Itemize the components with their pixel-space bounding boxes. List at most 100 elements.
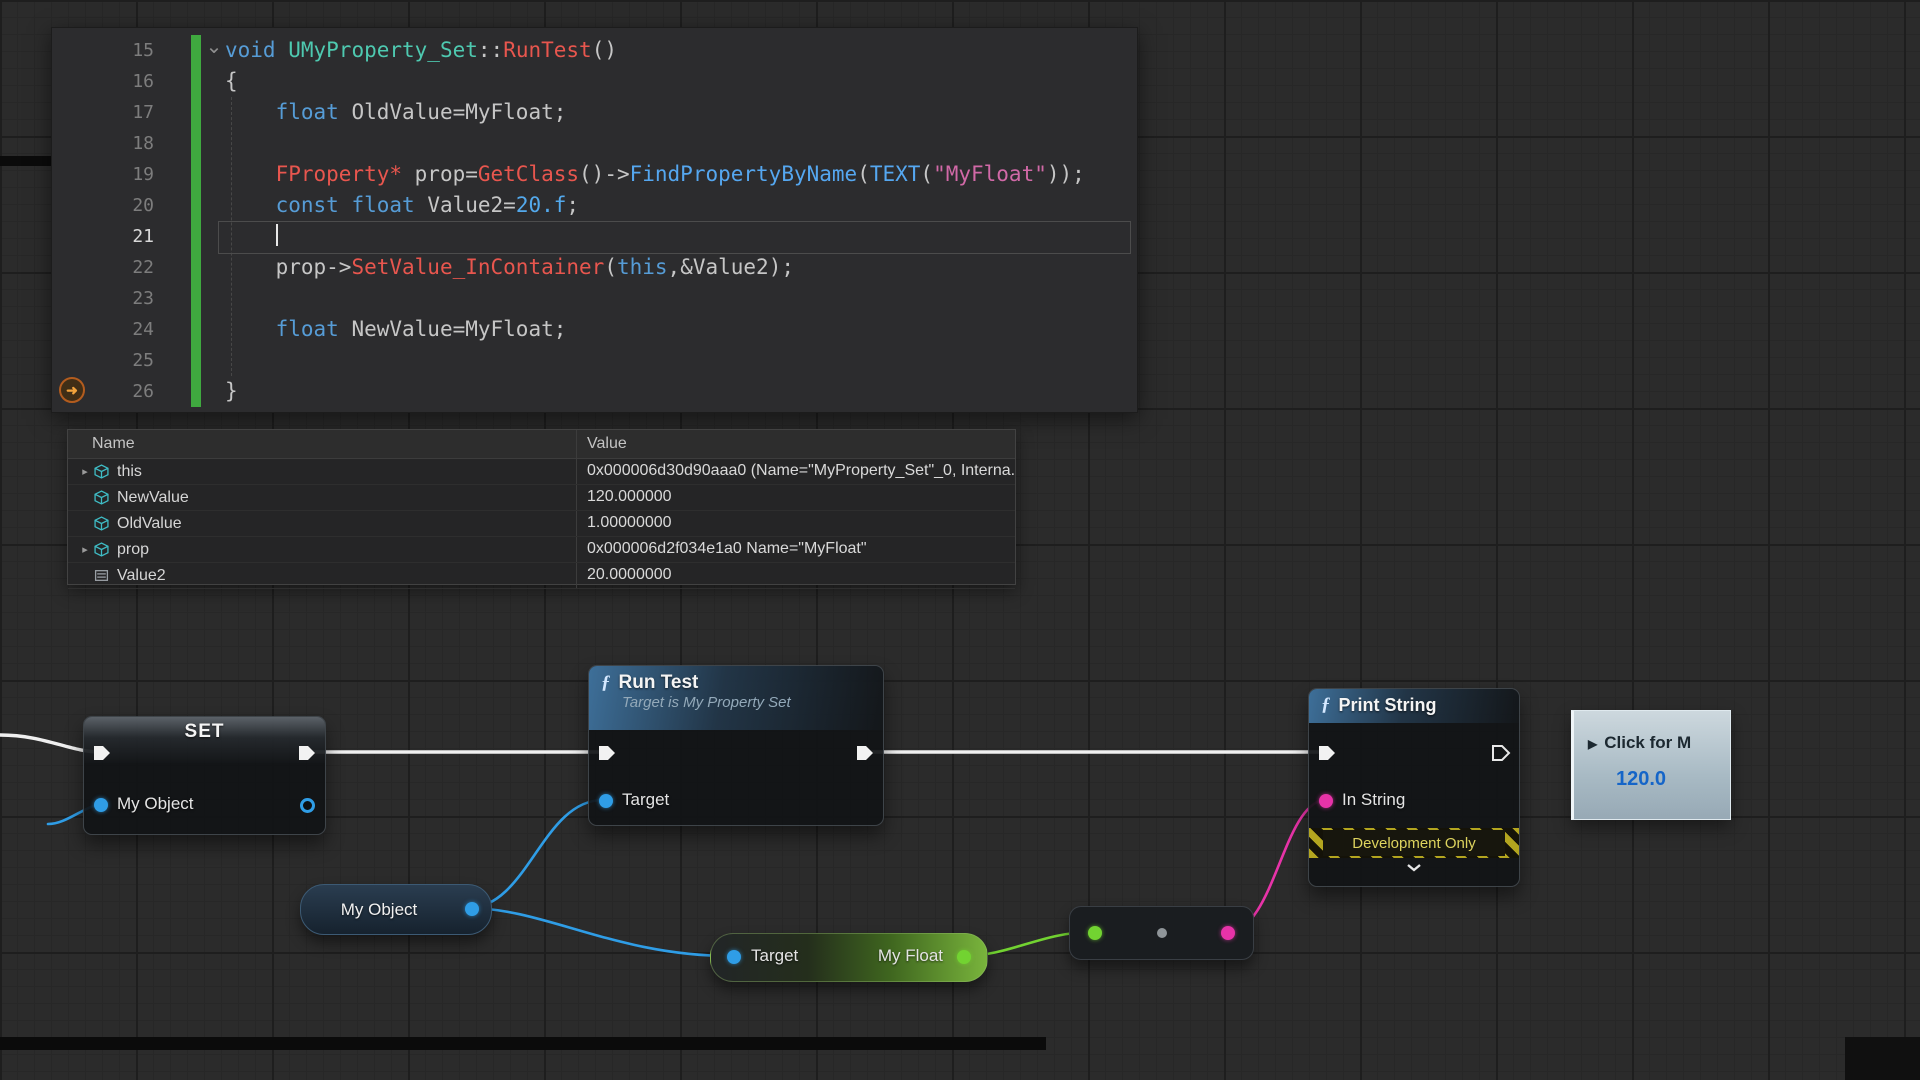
function-icon: ƒ <box>601 672 611 694</box>
fold-chevron-icon[interactable]: ⌄ <box>202 32 226 63</box>
line-number[interactable]: 22 <box>52 252 154 283</box>
debugger-watch-panel[interactable]: Name Value ▸this0x000006d30d90aaa0 (Name… <box>67 429 1016 585</box>
code-line[interactable]: { <box>225 66 1131 97</box>
exec-out-pin[interactable] <box>1491 743 1511 763</box>
code-token: ()-> <box>579 162 630 186</box>
set-node-header: SET <box>84 717 325 763</box>
expander-icon[interactable]: ▸ <box>76 465 94 478</box>
code-line[interactable] <box>225 128 1131 159</box>
watch-name-cell: NewValue <box>68 485 576 510</box>
column-header-name[interactable]: Name <box>68 430 576 458</box>
exec-in-pin[interactable] <box>597 743 617 763</box>
blueprint-canvas[interactable]: { "editor": { "fold_glyph": "⌄", "lines"… <box>0 0 1920 1080</box>
string-output-pin[interactable] <box>1221 926 1235 940</box>
line-number[interactable]: 15 <box>52 35 154 66</box>
code-token: const <box>276 193 339 217</box>
code-line[interactable]: } <box>225 376 1131 407</box>
watch-variable-name: this <box>117 463 142 481</box>
code-token <box>225 193 276 217</box>
object-wire-myobject-to-getter[interactable] <box>468 908 731 956</box>
line-number[interactable]: 16 <box>52 66 154 97</box>
column-header-value[interactable]: Value <box>576 430 1015 458</box>
float-output-pin[interactable] <box>957 950 971 964</box>
watch-row[interactable]: Value220.0000000 <box>68 563 1015 589</box>
watch-header: Name Value <box>68 430 1015 459</box>
code-token <box>339 193 352 217</box>
my-float-getter-node[interactable]: Target My Float <box>710 933 988 982</box>
target-input-pin[interactable] <box>599 794 613 808</box>
bubble-label-text: Click for M <box>1604 733 1691 752</box>
execution-pointer-icon[interactable]: ➜ <box>59 377 85 403</box>
code-line[interactable]: FProperty* prop=GetClass()->FindProperty… <box>225 159 1131 190</box>
code-token: SetValue_InContainer <box>351 255 604 279</box>
code-token: FProperty* <box>276 162 402 186</box>
exec-in-pin[interactable] <box>92 743 112 763</box>
code-line[interactable]: float NewValue=MyFloat; <box>225 314 1131 345</box>
target-input-pin[interactable] <box>727 950 741 964</box>
play-icon: ▶ <box>1588 737 1597 751</box>
line-number[interactable]: 18 <box>52 128 154 159</box>
watch-name-cell: ▸ prop <box>68 537 576 562</box>
line-number[interactable]: 25 <box>52 345 154 376</box>
watch-row[interactable]: OldValue 1.00000000 <box>68 511 1015 537</box>
line-number[interactable]: 20 <box>52 190 154 221</box>
object-variable-icon <box>94 542 110 558</box>
set-node[interactable]: SET My Object <box>83 716 326 835</box>
chevron-down-icon <box>1406 863 1422 872</box>
code-token: GetClass <box>478 162 579 186</box>
development-only-banner: Development Only <box>1309 828 1519 858</box>
debug-value-bubble[interactable]: ▶Click for M 120.0 <box>1571 710 1731 820</box>
print-string-node[interactable]: ƒ Print String In String Development Onl… <box>1308 688 1520 887</box>
watch-row[interactable]: ▸this0x000006d30d90aaa0 (Name="MyPropert… <box>68 459 1015 485</box>
watch-variable-value: 1.00000000 <box>576 511 1015 536</box>
object-variable-icon <box>94 516 110 532</box>
expand-node-chevron[interactable] <box>1309 859 1519 877</box>
code-token: ( <box>920 162 933 186</box>
watch-variable-name: prop <box>117 541 149 559</box>
run-test-node-subtitle: Target is My Property Set <box>622 694 883 711</box>
watch-name-cell: OldValue <box>68 511 576 536</box>
code-token <box>276 38 289 62</box>
run-test-node[interactable]: ƒ Run Test Target is My Property Set Tar… <box>588 665 884 826</box>
code-token: NewValue=MyFloat; <box>339 317 567 341</box>
code-editor-panel[interactable]: 151617181920212223242526 ⌄ void UMyPrope… <box>51 27 1138 413</box>
code-line[interactable]: float OldValue=MyFloat; <box>225 97 1131 128</box>
in-string-input-pin[interactable] <box>1319 794 1333 808</box>
object-variable-icon <box>94 490 110 506</box>
line-number[interactable]: 24 <box>52 314 154 345</box>
code-line[interactable] <box>225 283 1131 314</box>
watch-variable-value: 120.000000 <box>576 485 1015 510</box>
line-number[interactable]: 17 <box>52 97 154 128</box>
code-token: ,&Value2); <box>668 255 794 279</box>
float-to-string-conversion-node[interactable] <box>1069 906 1254 960</box>
code-line[interactable]: prop->SetValue_InContainer(this,&Value2)… <box>225 252 1131 283</box>
watch-variable-value: 0x000006d2f034e1a0 Name="MyFloat" <box>576 537 1015 562</box>
exec-out-pin[interactable] <box>855 743 875 763</box>
in-string-pin-label: In String <box>1342 790 1405 810</box>
exec-out-pin[interactable] <box>297 743 317 763</box>
code-token: "MyFloat" <box>933 162 1047 186</box>
line-number[interactable]: 23 <box>52 283 154 314</box>
object-output-pin[interactable] <box>300 798 315 813</box>
line-number[interactable]: 19 <box>52 159 154 190</box>
object-input-pin[interactable] <box>94 798 108 812</box>
watch-variable-name: OldValue <box>117 515 182 533</box>
code-token <box>225 162 276 186</box>
my-object-variable-node[interactable]: My Object <box>300 884 492 935</box>
exec-in-pin[interactable] <box>1317 743 1337 763</box>
watch-row[interactable]: NewValue120.000000 <box>68 485 1015 511</box>
watch-row[interactable]: ▸ prop 0x000006d2f034e1a0 Name="MyFloat" <box>68 537 1015 563</box>
code-token: float <box>276 100 339 124</box>
line-number[interactable]: 21 <box>52 221 154 252</box>
code-line[interactable]: const float Value2=20.f; <box>225 190 1131 221</box>
code-token <box>225 100 276 124</box>
code-token: Value2= <box>415 193 516 217</box>
code-line[interactable] <box>225 345 1131 376</box>
object-wire-myobject-to-target[interactable] <box>468 800 603 908</box>
function-icon: ƒ <box>1321 694 1331 716</box>
expander-icon[interactable]: ▸ <box>76 543 94 556</box>
object-output-pin[interactable] <box>465 902 479 916</box>
float-input-pin[interactable] <box>1088 926 1102 940</box>
code-line[interactable]: void UMyProperty_Set::RunTest() <box>225 35 1131 66</box>
watch-variable-value: 20.0000000 <box>576 563 1015 588</box>
